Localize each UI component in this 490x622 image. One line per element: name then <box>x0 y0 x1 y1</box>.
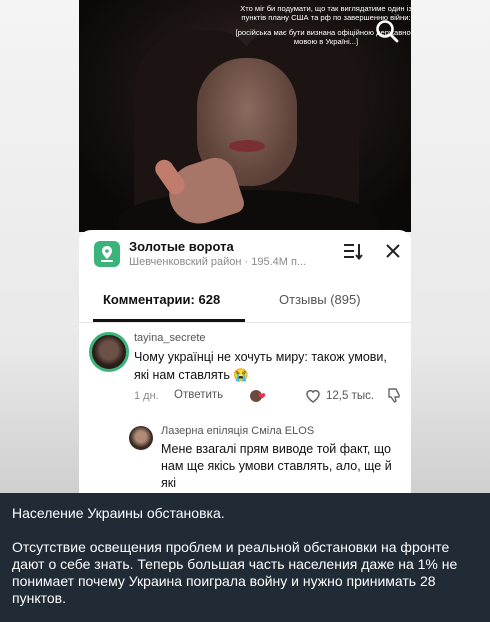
map-pin-icon[interactable] <box>94 241 120 267</box>
reply-username[interactable]: Лазерна епіляція Сміла ELOS <box>161 425 314 437</box>
like-count: 12,5 тыс. <box>326 390 375 402</box>
right-backdrop <box>411 0 490 493</box>
left-backdrop <box>0 0 79 493</box>
dislike-icon[interactable] <box>386 387 402 403</box>
post: Хто міг би подумати, що так виглядатиме … <box>0 0 490 622</box>
creator-reaction-icon <box>250 390 266 402</box>
lips <box>229 140 265 152</box>
sort-icon[interactable] <box>343 242 363 260</box>
caption-body: Отсутствие освещения проблем и реальной … <box>12 539 458 606</box>
avatar[interactable] <box>129 426 153 450</box>
comments-sheet: Золотые ворота Шевченковский район · 195… <box>79 230 411 493</box>
tab-divider <box>79 322 411 323</box>
reply-text: Мене взагалі прям виводе той факт, що на… <box>161 442 392 490</box>
comment-username[interactable]: tayina_secrete <box>134 332 206 344</box>
reply-button[interactable]: Ответить <box>174 389 223 401</box>
tab-comments[interactable]: Комментарии: 628 <box>103 292 220 307</box>
post-caption: Население Украины обстановка. Отсутствие… <box>0 493 490 622</box>
caption-title: Население Украины обстановка. <box>12 505 225 521</box>
heart-icon[interactable] <box>305 388 321 404</box>
comment-text: Чому українці не хочуть миру: також умов… <box>134 350 387 382</box>
location-title[interactable]: Золотые ворота <box>129 239 234 254</box>
screenshot-image: Хто міг би подумати, що так виглядатиме … <box>0 0 490 493</box>
search-icon[interactable] <box>374 18 400 44</box>
tab-reviews[interactable]: Отзывы (895) <box>279 292 361 307</box>
location-subtitle: Шевченковский район · 195.4М п... <box>129 256 307 268</box>
avatar[interactable] <box>89 332 129 372</box>
video-frame[interactable]: Хто міг би подумати, що так виглядатиме … <box>79 0 411 232</box>
comment-timestamp: 1 дн. <box>134 390 159 402</box>
close-icon[interactable] <box>384 242 402 260</box>
